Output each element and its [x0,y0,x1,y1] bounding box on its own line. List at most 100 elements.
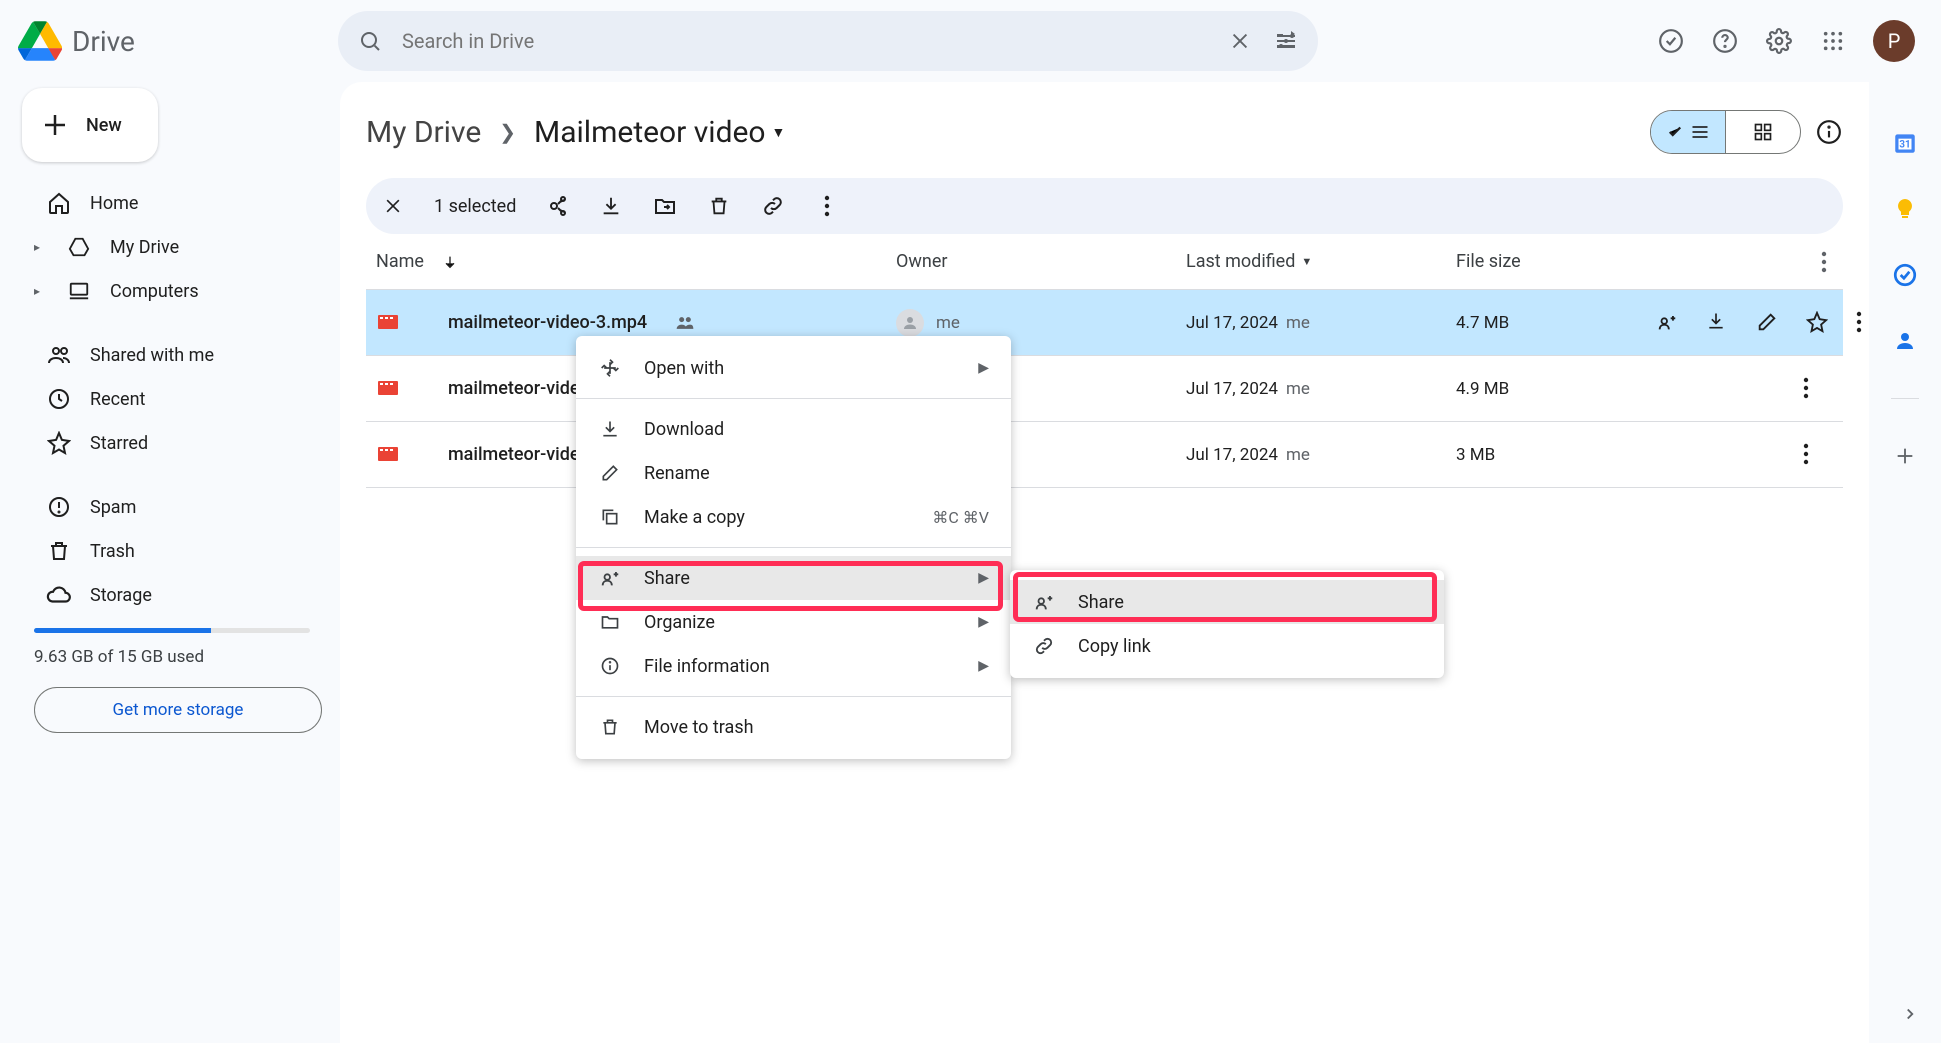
clock-icon [46,386,72,412]
shared-icon [46,342,72,368]
nav-spam[interactable]: Spam [22,486,322,528]
tree-expand-icon[interactable]: ▸ [34,284,48,298]
row-more-icon[interactable] [1803,443,1827,467]
delete-icon[interactable] [706,193,732,219]
nav-my-drive[interactable]: ▸ My Drive [22,226,322,268]
nav-recent[interactable]: Recent [22,378,322,420]
col-modified[interactable]: Last modified ▼ [1186,251,1456,272]
nav-starred[interactable]: Starred [22,422,322,464]
more-actions-icon[interactable] [814,193,840,219]
col-name[interactable]: Name [376,251,896,272]
nav-storage[interactable]: Storage [22,574,322,616]
row-download-icon[interactable] [1706,311,1730,335]
ctx-move-to-trash[interactable]: Move to trash [576,705,1011,749]
submenu-share[interactable]: Share [1010,580,1444,624]
nav-label: Trash [90,541,135,562]
brand-text: Drive [72,25,135,58]
nav-home[interactable]: Home [22,182,322,224]
settings-gear-icon[interactable] [1765,27,1793,55]
drive-icon [66,234,92,260]
nav-computers[interactable]: ▸ Computers [22,270,322,312]
more-vert-icon[interactable] [1821,251,1827,273]
nav-shared[interactable]: Shared with me [22,334,322,376]
breadcrumb-current[interactable]: Mailmeteor video ▼ [534,115,785,150]
nav-label: Home [90,193,138,214]
rename-icon [598,461,622,485]
row-rename-icon[interactable] [1756,311,1780,335]
calendar-app-icon[interactable]: 31 [1892,130,1918,156]
apps-grid-icon[interactable] [1819,27,1847,55]
modified-by: me [1286,379,1310,399]
caret-down-icon: ▼ [1301,255,1312,268]
details-info-icon[interactable] [1815,118,1843,146]
storage-label: 9.63 GB of 15 GB used [34,647,322,667]
breadcrumbs: My Drive ❯ Mailmeteor video ▼ [366,104,1843,160]
search-options-icon[interactable] [1272,27,1300,55]
col-owner[interactable]: Owner [896,251,1186,272]
grid-view-button[interactable] [1726,111,1800,153]
ctx-rename[interactable]: Rename [576,451,1011,495]
search-bar[interactable] [338,11,1318,71]
file-size: 4.7 MB [1456,313,1509,333]
clear-search-icon[interactable] [1226,27,1254,55]
share-icon[interactable] [544,193,570,219]
shared-badge-icon [675,313,695,333]
submenu-arrow-icon: ▶ [978,614,989,630]
trash-icon [46,538,72,564]
ctx-make-copy[interactable]: Make a copy ⌘C ⌘V [576,495,1011,539]
submenu-copy-link[interactable]: Copy link [1010,624,1444,668]
selection-count: 1 selected [434,196,516,217]
ctx-label: Rename [644,463,989,484]
row-star-icon[interactable] [1806,311,1830,335]
ctx-label: Download [644,419,989,440]
search-input[interactable] [402,29,1208,53]
nav-trash[interactable]: Trash [22,530,322,572]
share-icon [598,566,622,590]
submenu-arrow-icon: ▶ [978,570,989,586]
new-button[interactable]: New [22,88,158,162]
avatar-initial: P [1888,29,1901,53]
col-actions [1656,251,1833,273]
contacts-app-icon[interactable] [1892,328,1918,354]
submenu-arrow-icon: ▶ [978,360,989,376]
nav-label: Storage [90,585,152,606]
row-share-icon[interactable] [1656,311,1680,335]
tasks-app-icon[interactable] [1892,262,1918,288]
ctx-share[interactable]: Share ▶ [576,556,1011,600]
breadcrumb-parent[interactable]: My Drive [366,115,481,150]
folder-icon [598,610,622,634]
move-icon[interactable] [652,193,678,219]
computers-icon [66,278,92,304]
tree-expand-icon[interactable]: ▸ [34,240,48,254]
brand[interactable]: Drive [18,21,338,61]
get-addons-icon[interactable] [1892,443,1918,469]
row-more-icon[interactable] [1803,377,1827,401]
ctx-label: File information [644,656,956,677]
get-more-storage-button[interactable]: Get more storage [34,687,322,733]
clear-selection-icon[interactable] [380,193,406,219]
account-avatar[interactable]: P [1873,20,1915,62]
download-icon[interactable] [598,193,624,219]
file-size: 3 MB [1456,445,1495,465]
col-modified-label: Last modified [1186,251,1295,272]
ctx-organize[interactable]: Organize ▶ [576,600,1011,644]
ctx-download[interactable]: Download [576,407,1011,451]
submenu-arrow-icon: ▶ [978,658,989,674]
list-view-button[interactable] [1651,111,1725,153]
sidebar: New Home ▸ My Drive ▸ Computers Shared w… [0,82,340,1043]
ctx-file-info[interactable]: File information ▶ [576,644,1011,688]
keep-app-icon[interactable] [1892,196,1918,222]
search-icon [356,27,384,55]
header-actions: P [1657,20,1923,62]
storage-bar-fill [34,628,211,633]
submenu-label: Copy link [1078,636,1422,657]
side-panel-expand-icon[interactable] [1901,1005,1919,1023]
col-name-label: Name [376,251,424,272]
link-icon[interactable] [760,193,786,219]
offline-ready-icon[interactable] [1657,27,1685,55]
col-size[interactable]: File size [1456,251,1656,272]
row-more-icon[interactable] [1856,311,1869,335]
help-icon[interactable] [1711,27,1739,55]
storage-bar [34,628,310,633]
ctx-open-with[interactable]: Open with ▶ [576,346,1011,390]
